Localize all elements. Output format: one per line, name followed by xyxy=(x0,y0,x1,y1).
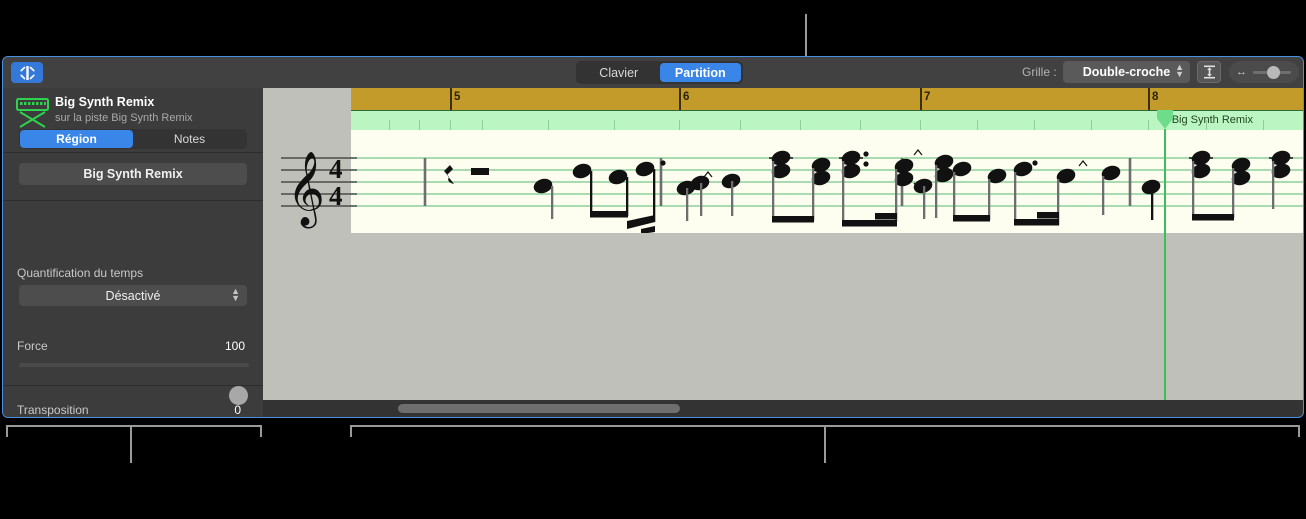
horizontal-scrollbar[interactable] xyxy=(263,400,1303,417)
horizontal-zoom-knob[interactable] xyxy=(1267,66,1280,79)
quantize-label: Quantification du temps xyxy=(17,266,144,280)
vertical-zoom-icon xyxy=(1203,65,1215,79)
callout-bracket-score-stem xyxy=(824,427,826,463)
bar-number: 7 xyxy=(924,91,931,103)
quantize-select[interactable]: Désactivé ▲ ▼ xyxy=(19,285,247,306)
callout-line-top xyxy=(805,14,807,60)
transposition-label: Transposition xyxy=(17,403,89,417)
region-inspector: Big Synth Remix sur la piste Big Synth R… xyxy=(3,88,263,417)
force-slider-track[interactable] xyxy=(19,363,249,367)
force-value: 100 xyxy=(224,339,245,353)
bar-number: 8 xyxy=(1152,91,1159,103)
editors-split-icon xyxy=(19,65,35,80)
inspector-divider-2 xyxy=(3,385,263,386)
score-clef-gutter xyxy=(263,130,351,417)
music-staff-area[interactable] xyxy=(351,130,1303,235)
chevron-updown-icon: ▲ ▼ xyxy=(231,286,240,303)
editor-toolbar: Clavier Partition Grille : Double-croche… xyxy=(3,57,1303,88)
score-editor-window: Clavier Partition Grille : Double-croche… xyxy=(2,56,1304,418)
editors-split-icon-button[interactable] xyxy=(11,62,43,83)
keyboard-stand-icon xyxy=(16,98,49,128)
callout-bracket-score-cap-left xyxy=(350,425,352,437)
ruler-barline xyxy=(1148,88,1150,110)
transposition-value: 0 xyxy=(234,403,241,417)
horizontal-scrollbar-thumb[interactable] xyxy=(398,404,680,413)
inspector-header: Big Synth Remix sur la piste Big Synth R… xyxy=(3,88,263,153)
grid-value-select[interactable]: Double-croche ▲ ▼ xyxy=(1063,61,1190,83)
horizontal-resize-icon: ↔ xyxy=(1236,66,1247,78)
score-pane: 5 6 7 8 Big Synth Remix 𝄞 4 4 xyxy=(263,88,1303,417)
tab-clavier[interactable]: Clavier xyxy=(578,63,660,82)
ruler-barline xyxy=(679,88,681,110)
callout-bracket-inspector-cap-left xyxy=(6,425,8,437)
chevron-updown-icon: ▲ ▼ xyxy=(1175,62,1184,79)
score-empty-area[interactable] xyxy=(351,233,1303,400)
grid-value-text: Double-croche xyxy=(1082,65,1171,79)
ruler-barline xyxy=(450,88,452,110)
tab-partition[interactable]: Partition xyxy=(659,63,741,82)
region-name-field[interactable]: Big Synth Remix xyxy=(19,163,247,185)
callout-bracket-inspector-cap-right xyxy=(260,425,262,437)
callout-bracket-score-cap-right xyxy=(1298,425,1300,437)
tab-region[interactable]: Région xyxy=(20,130,133,148)
score-notation xyxy=(351,149,1303,234)
vertical-zoom-button[interactable] xyxy=(1197,61,1221,83)
region-band-label: Big Synth Remix xyxy=(1171,114,1253,126)
tab-notes[interactable]: Notes xyxy=(133,130,246,148)
bar-number: 5 xyxy=(454,91,461,103)
timeline-ruler[interactable]: 5 6 7 8 xyxy=(351,88,1303,110)
grid-label: Grille : xyxy=(1022,65,1057,79)
force-label: Force xyxy=(17,339,48,353)
callout-bracket-inspector-stem xyxy=(130,427,132,463)
view-mode-segmented-control[interactable]: Clavier Partition xyxy=(576,61,743,84)
horizontal-zoom-slider[interactable]: ↔ xyxy=(1229,61,1299,83)
inspector-region-subtitle: sur la piste Big Synth Remix xyxy=(55,112,193,124)
bar-number: 6 xyxy=(683,91,690,103)
inspector-divider-1 xyxy=(3,200,263,201)
quantize-value-text: Désactivé xyxy=(105,288,161,303)
ruler-barline xyxy=(920,88,922,110)
inspector-region-title: Big Synth Remix xyxy=(55,95,155,109)
playhead-line xyxy=(1164,129,1166,400)
callout-bracket-inspector xyxy=(6,425,262,427)
inspector-tab-control[interactable]: Région Notes xyxy=(19,129,247,149)
